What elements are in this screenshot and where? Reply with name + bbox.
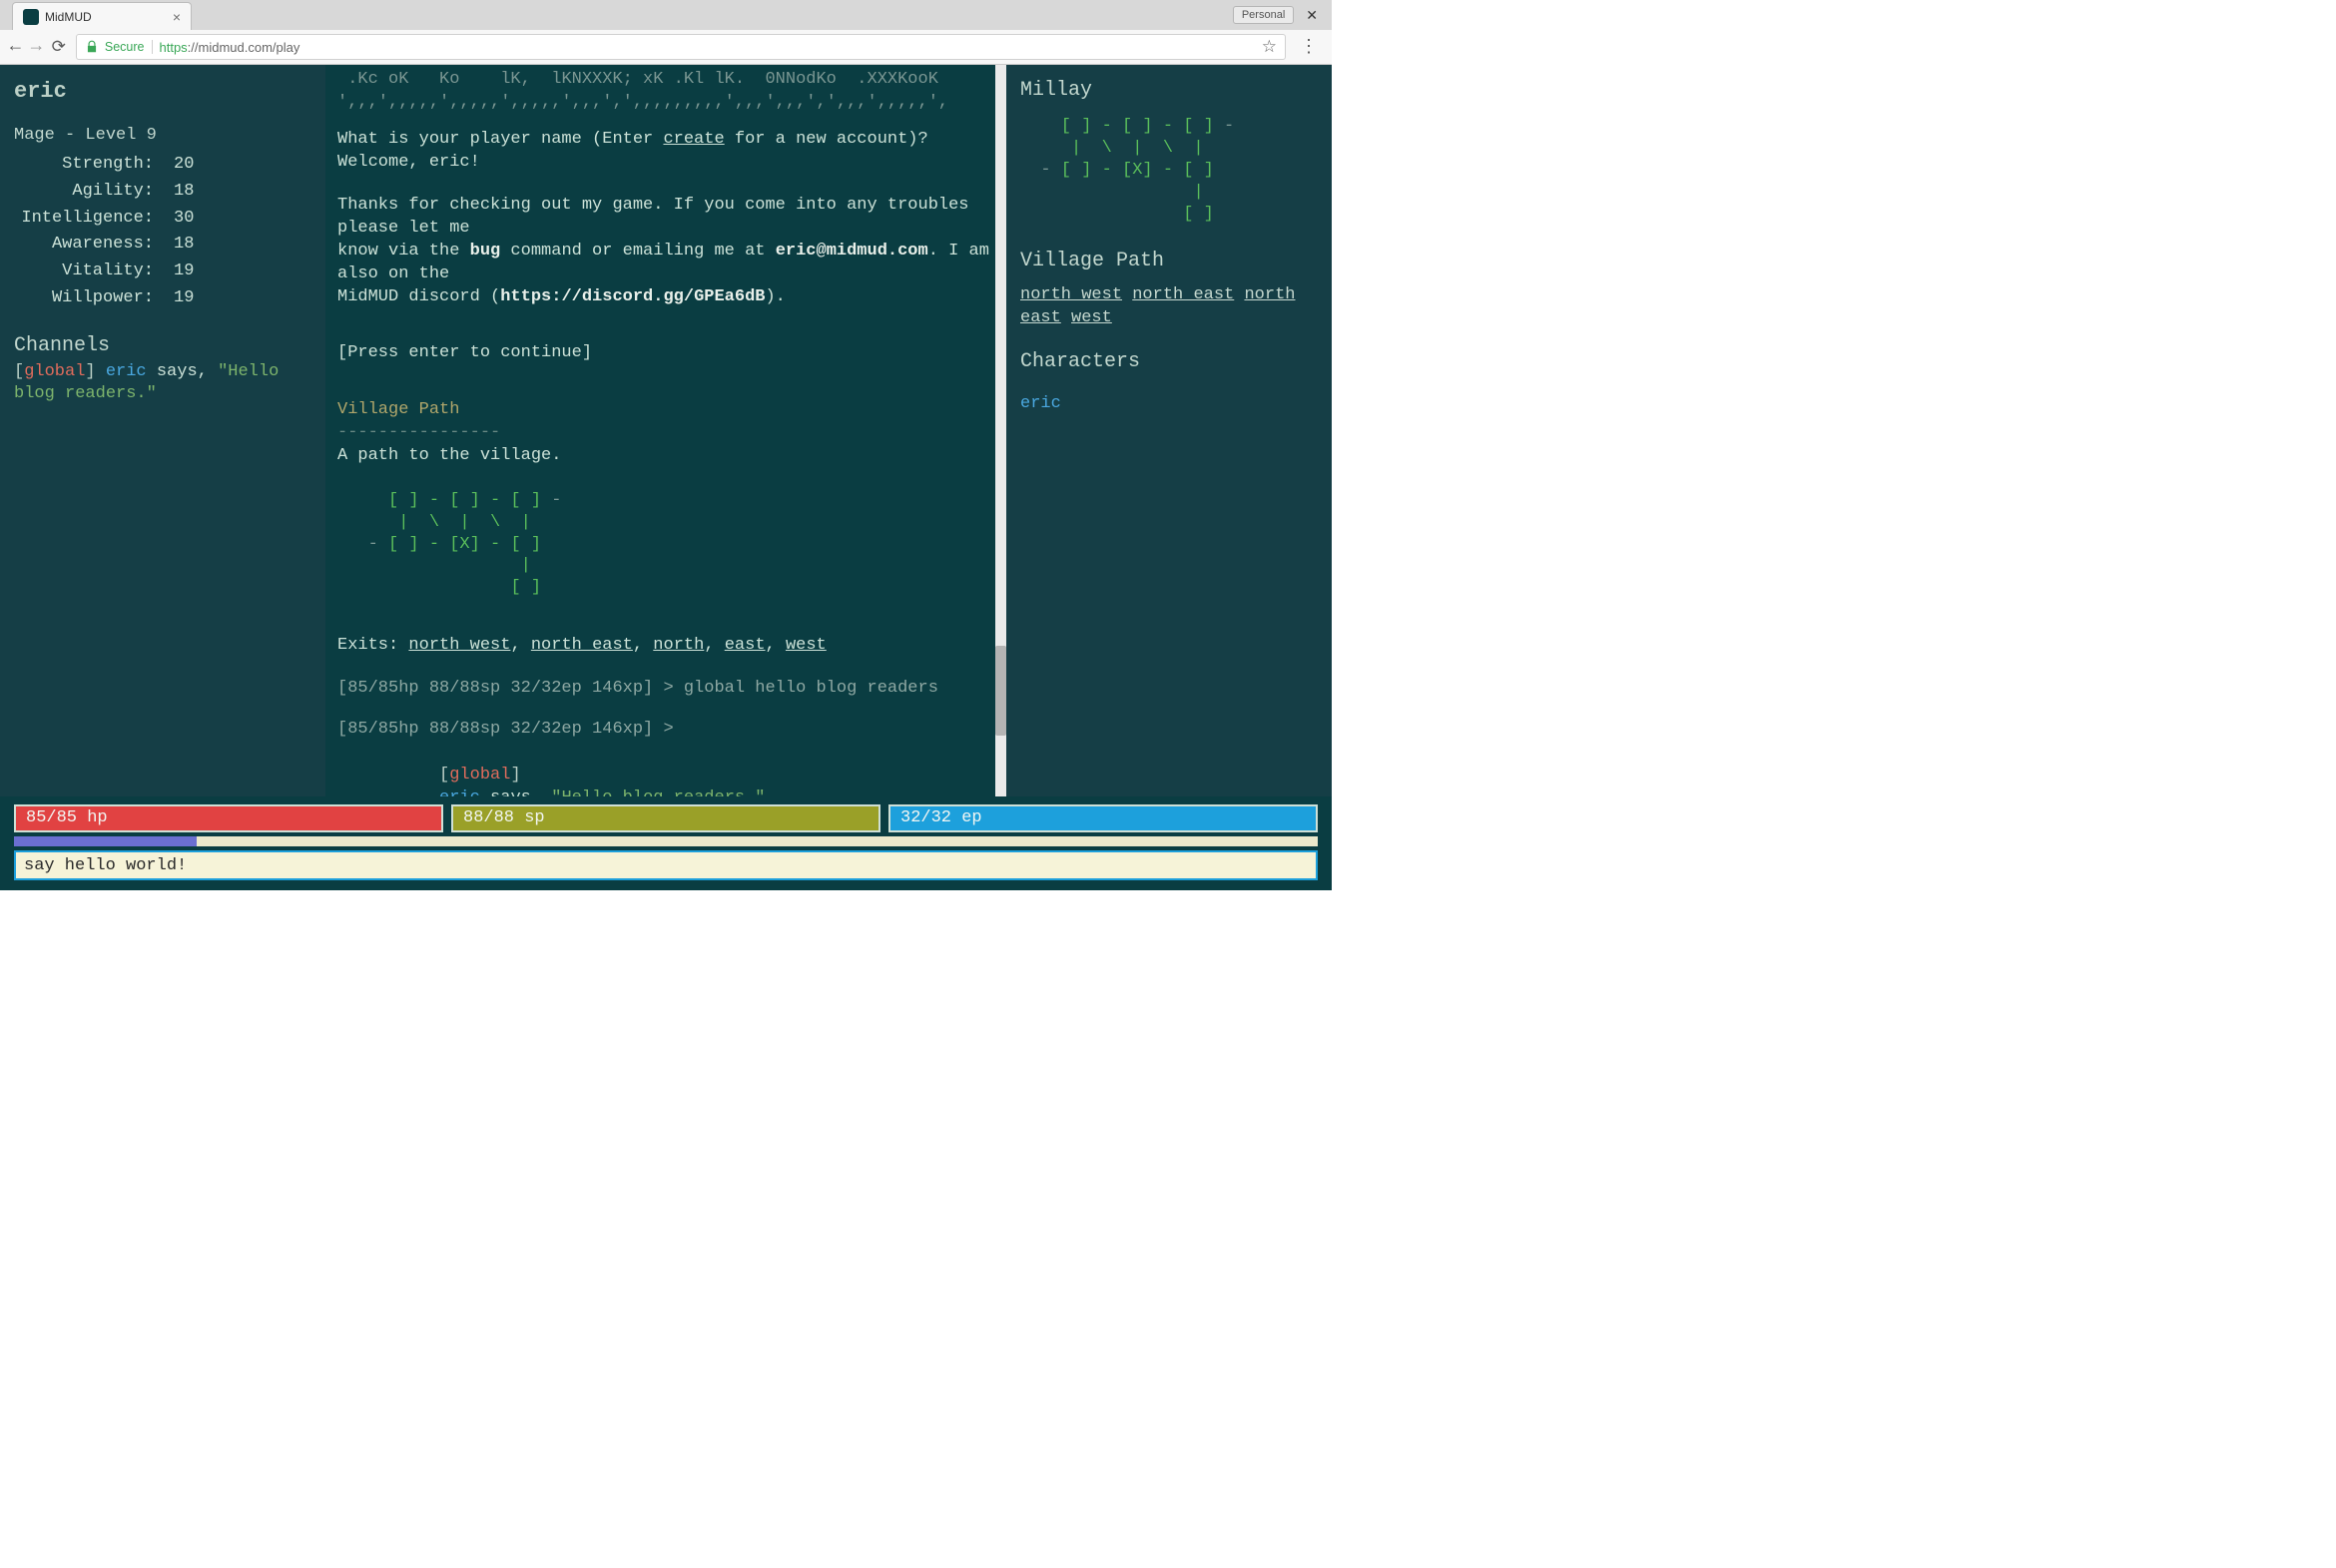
stat-label-vitality: Vitality: bbox=[14, 261, 154, 283]
stat-val-vitality: 19 bbox=[174, 261, 214, 283]
region-name: Millay bbox=[1020, 77, 1318, 104]
stat-val-intelligence: 30 bbox=[174, 208, 214, 231]
url-display: https://midmud.com/play bbox=[159, 40, 299, 55]
prompt-line-2: [85/85hp 88/88sp 32/32ep 146xp] > bbox=[337, 719, 994, 742]
browser-chrome: MidMUD × Personal ✕ ← → ⟳ Secure https:/… bbox=[0, 0, 1332, 65]
sp-bar: 88/88 sp bbox=[451, 804, 880, 832]
exit-link[interactable]: east bbox=[725, 636, 766, 655]
press-enter-line: [Press enter to continue] bbox=[337, 342, 994, 365]
character-link[interactable]: eric bbox=[1020, 393, 1061, 416]
tab-bar: MidMUD × Personal ✕ bbox=[0, 0, 1332, 30]
stat-val-strength: 20 bbox=[174, 154, 214, 177]
scrollbar[interactable] bbox=[995, 65, 1006, 796]
secure-label: Secure bbox=[105, 40, 154, 54]
exit-link[interactable]: west bbox=[786, 636, 827, 655]
stat-val-willpower: 19 bbox=[174, 287, 214, 310]
favicon-icon bbox=[23, 9, 39, 25]
address-bar-row: ← → ⟳ Secure https://midmud.com/play ☆ ⋮ bbox=[0, 30, 1332, 64]
exit-link[interactable]: north bbox=[1244, 285, 1295, 304]
xp-bar bbox=[14, 836, 1318, 846]
reload-icon[interactable]: ⟳ bbox=[52, 37, 66, 58]
motd-line-1: Thanks for checking out my game. If you … bbox=[337, 195, 994, 241]
forward-icon: → bbox=[31, 38, 42, 56]
welcome-line: Welcome, eric! bbox=[337, 152, 994, 175]
room-title: Village Path bbox=[337, 399, 994, 422]
banner-line-2: ',,,',,,,,',,,,,',,,,,',,,',',,,,,,,,,',… bbox=[337, 92, 994, 115]
right-sidebar: Millay [ ] - [ ] - [ ] - | \ | \ | - [ ]… bbox=[1006, 65, 1332, 796]
mini-map: [ ] - [ ] - [ ] - | \ | \ | - [ ] - [X] … bbox=[1020, 116, 1318, 226]
left-sidebar: eric Mage - Level 9 Strength: 20 Agility:… bbox=[0, 65, 325, 796]
stat-bars: 85/85 hp 88/88 sp 32/32 ep bbox=[14, 804, 1318, 832]
stat-label-strength: Strength: bbox=[14, 154, 154, 177]
hp-bar: 85/85 hp bbox=[14, 804, 443, 832]
motd-line-2: know via the bug command or emailing me … bbox=[337, 241, 994, 286]
command-input[interactable] bbox=[24, 856, 1308, 875]
lock-icon bbox=[85, 40, 99, 54]
tab-bar-right-controls: Personal ✕ bbox=[1233, 6, 1332, 24]
game-client: eric Mage - Level 9 Strength: 20 Agility:… bbox=[0, 65, 1332, 890]
prompt-line-1: [85/85hp 88/88sp 32/32ep 146xp] > global… bbox=[337, 678, 994, 701]
browser-tab[interactable]: MidMUD × bbox=[12, 2, 192, 30]
stat-val-awareness: 18 bbox=[174, 234, 214, 257]
exit-link[interactable]: east bbox=[1020, 308, 1061, 327]
exit-link[interactable]: north bbox=[653, 636, 704, 655]
xp-bar-fill bbox=[14, 836, 197, 846]
exit-link[interactable]: north east bbox=[531, 636, 633, 655]
right-room-title: Village Path bbox=[1020, 248, 1318, 274]
close-tab-icon[interactable]: × bbox=[173, 9, 181, 25]
exits-line: Exits: north west, north east, north, ea… bbox=[337, 635, 994, 658]
channel-echo-line: [global] eric says, "Hello blog readers.… bbox=[337, 742, 994, 796]
stats-grid: Strength: 20 Agility: 18 Intelligence: 30 A… bbox=[14, 154, 214, 311]
exit-link[interactable]: west bbox=[1071, 308, 1112, 327]
motd-line-3: MidMUD discord (https://discord.gg/GPEa6… bbox=[337, 286, 994, 309]
main-log-panel: .Kc oK Ko lK, lKNXXXK; xK .Kl lK. 0NNodK… bbox=[325, 65, 1006, 796]
back-icon[interactable]: ← bbox=[10, 38, 21, 56]
stat-label-willpower: Willpower: bbox=[14, 287, 154, 310]
exit-links: north west north east north east west bbox=[1020, 284, 1318, 330]
bookmark-star-icon[interactable]: ☆ bbox=[1262, 37, 1277, 57]
stat-label-intelligence: Intelligence: bbox=[14, 208, 154, 231]
ascii-map: [ ] - [ ] - [ ] - | \ | \ | - [ ] - [X] … bbox=[337, 490, 994, 599]
player-name: eric bbox=[14, 77, 311, 107]
room-divider: ---------------- bbox=[337, 422, 994, 445]
scrollbar-thumb[interactable] bbox=[995, 646, 1006, 736]
channels-header: Channels bbox=[14, 332, 311, 359]
stat-label-awareness: Awareness: bbox=[14, 234, 154, 257]
profile-badge[interactable]: Personal bbox=[1233, 6, 1294, 24]
stat-label-agility: Agility: bbox=[14, 181, 154, 204]
tab-title: MidMUD bbox=[45, 10, 92, 24]
channel-message: [global] eric says, "Hello blog readers.… bbox=[14, 361, 311, 405]
room-description: A path to the village. bbox=[337, 445, 994, 468]
exit-link[interactable]: north east bbox=[1132, 285, 1234, 304]
window-close-icon[interactable]: ✕ bbox=[1300, 7, 1324, 24]
kebab-menu-icon[interactable]: ⋮ bbox=[1296, 36, 1322, 58]
ep-bar: 32/32 ep bbox=[888, 804, 1318, 832]
banner-line: .Kc oK Ko lK, lKNXXXK; xK .Kl lK. 0NNodK… bbox=[337, 69, 994, 92]
player-class-level: Mage - Level 9 bbox=[14, 125, 311, 148]
omnibox[interactable]: Secure https://midmud.com/play ☆ bbox=[76, 34, 1286, 60]
characters-header: Characters bbox=[1020, 348, 1318, 375]
stat-val-agility: 18 bbox=[174, 181, 214, 204]
exit-link[interactable]: north west bbox=[408, 636, 510, 655]
bottom-hud: 85/85 hp 88/88 sp 32/32 ep bbox=[0, 796, 1332, 890]
login-prompt: What is your player name (Enter create f… bbox=[337, 129, 994, 152]
command-line[interactable] bbox=[14, 850, 1318, 880]
exit-link[interactable]: north west bbox=[1020, 285, 1122, 304]
character-list: eric bbox=[1020, 385, 1318, 416]
